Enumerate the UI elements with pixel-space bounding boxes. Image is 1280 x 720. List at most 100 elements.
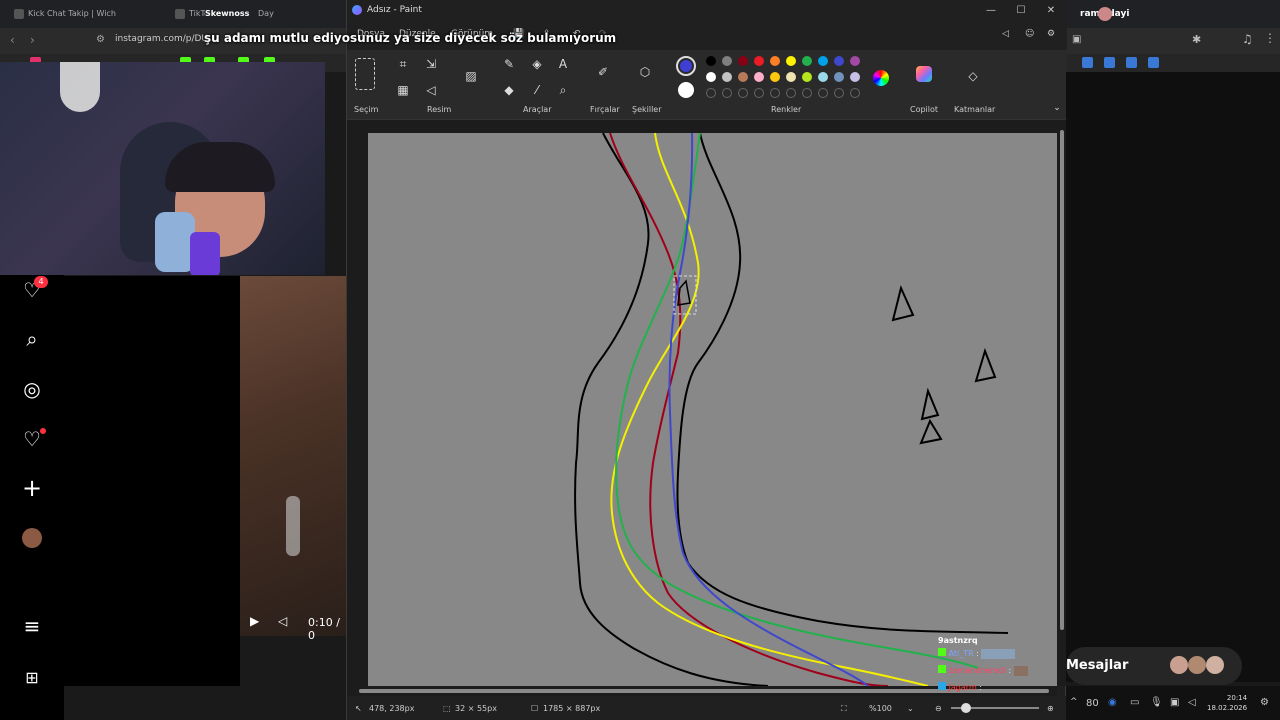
color-picker-icon[interactable]: ⁄ <box>529 82 545 98</box>
color-swatch[interactable] <box>770 56 780 66</box>
settings-gear-icon[interactable]: ⚙ <box>1047 29 1055 39</box>
zoom-out-icon[interactable]: ⊖ <box>935 704 942 713</box>
back-icon[interactable]: ‹ <box>10 33 15 47</box>
zoom-level[interactable]: %100 <box>869 704 892 713</box>
clock[interactable]: 20:14 18.02.2026 <box>1207 693 1247 713</box>
bookmark-steam-icon[interactable] <box>1126 57 1137 68</box>
bookmark-steam-icon[interactable] <box>1104 57 1115 68</box>
music-icon[interactable]: ♫ <box>1242 32 1253 46</box>
create-plus-icon[interactable]: + <box>20 474 44 502</box>
color-swatch[interactable] <box>850 72 860 82</box>
menu-dots-icon[interactable]: ⋮ <box>1264 31 1276 45</box>
fill-bucket-icon[interactable]: ◈ <box>529 56 545 72</box>
empty-color-slot[interactable] <box>786 88 796 98</box>
more-menu-icon[interactable]: ≡ <box>20 614 44 638</box>
site-settings-icon[interactable]: ⚙ <box>96 34 105 45</box>
color-swatch[interactable] <box>802 72 812 82</box>
share-out-icon[interactable]: ◁ <box>1002 29 1009 39</box>
selection-tool-icon[interactable] <box>355 58 375 90</box>
bookmark-steam-icon[interactable] <box>1082 57 1093 68</box>
secondary-color-swatch[interactable] <box>678 82 694 98</box>
shapes-icon[interactable]: ⬡ <box>637 64 653 80</box>
usb-icon[interactable]: ▭ <box>1130 697 1139 708</box>
empty-color-slot[interactable] <box>802 88 812 98</box>
explore-compass-icon[interactable]: ◎ <box>20 377 44 401</box>
microphone-icon[interactable]: 🎙 <box>1150 697 1163 708</box>
color-swatch[interactable] <box>722 72 732 82</box>
chevron-up-icon[interactable]: ^ <box>1070 697 1078 707</box>
steam-tray-icon[interactable]: ◉ <box>1108 697 1117 708</box>
empty-color-slot[interactable] <box>706 88 716 98</box>
maximize-icon[interactable]: ☐ <box>1011 3 1031 19</box>
layers-icon[interactable]: ◇ <box>965 68 981 84</box>
bookmark-steam-icon[interactable] <box>1148 57 1159 68</box>
color-swatch[interactable] <box>850 56 860 66</box>
resize-icon[interactable]: ⇲ <box>423 56 439 72</box>
extension-icon[interactable]: ▣ <box>1072 34 1081 45</box>
zoom-slider-thumb[interactable] <box>961 703 971 713</box>
play-icon[interactable]: ▶ <box>250 614 259 628</box>
close-icon[interactable]: ✕ <box>1041 3 1061 19</box>
profile-avatar[interactable] <box>22 528 42 548</box>
pencil-icon[interactable]: ✎ <box>501 56 517 72</box>
messages-pill[interactable]: Mesajlar <box>1066 647 1242 685</box>
browser-tab-skewnoss[interactable]: Skewnoss <box>205 4 265 24</box>
drawing-canvas[interactable] <box>368 133 1058 686</box>
zoom-slider[interactable] <box>951 703 1039 713</box>
color-swatch[interactable] <box>738 72 748 82</box>
empty-color-slot[interactable] <box>818 88 828 98</box>
empty-color-slot[interactable] <box>770 88 780 98</box>
fit-icon[interactable]: ⛶ <box>841 704 847 714</box>
browser-tab-day[interactable]: Day <box>258 4 288 24</box>
apps-grid-icon[interactable]: ⊞ <box>20 665 44 689</box>
color-swatch[interactable] <box>738 56 748 66</box>
color-swatch[interactable] <box>706 72 716 82</box>
color-swatch[interactable] <box>722 56 732 66</box>
empty-color-slot[interactable] <box>738 88 748 98</box>
network-icon[interactable]: ▣ <box>1170 697 1179 708</box>
color-swatch[interactable] <box>818 56 828 66</box>
color-swatch[interactable] <box>802 56 812 66</box>
select-all-icon[interactable]: ▦ <box>395 82 411 98</box>
browser-tab-tiktok[interactable]: TikTok <box>175 4 205 24</box>
avatar[interactable] <box>1098 7 1112 21</box>
edit-colors-icon[interactable] <box>873 70 889 86</box>
color-swatch[interactable] <box>706 56 716 66</box>
empty-color-slot[interactable] <box>850 88 860 98</box>
search-icon[interactable]: ⌕ <box>20 327 44 351</box>
color-swatch[interactable] <box>786 72 796 82</box>
vertical-scroll-thumb[interactable] <box>1060 130 1064 630</box>
browser-tab-kick[interactable]: Kick Chat Takip | Wich <box>14 4 164 24</box>
magnifier-icon[interactable]: ⌕ <box>555 82 571 98</box>
text-tool-icon[interactable]: A <box>555 56 571 72</box>
primary-color-swatch[interactable] <box>676 56 696 76</box>
color-swatch[interactable] <box>818 72 828 82</box>
notification-icon[interactable]: ⚙ <box>1260 697 1269 708</box>
zoom-dropdown-icon[interactable]: ⌄ <box>907 704 914 713</box>
volume-icon[interactable]: ◁ <box>1188 697 1196 708</box>
crop-icon[interactable]: ⌗ <box>395 56 411 72</box>
color-swatch[interactable] <box>770 72 780 82</box>
instagram-video[interactable] <box>240 276 346 636</box>
volume-icon[interactable]: ◁ <box>278 614 287 628</box>
user-icon[interactable]: ☺ <box>1025 29 1034 39</box>
empty-color-slot[interactable] <box>722 88 732 98</box>
zoom-in-icon[interactable]: ⊕ <box>1047 704 1054 713</box>
color-swatch[interactable] <box>834 56 844 66</box>
color-swatch[interactable] <box>834 72 844 82</box>
minimize-icon[interactable]: — <box>981 3 1001 19</box>
color-swatch[interactable] <box>754 72 764 82</box>
brush-icon[interactable]: ✐ <box>595 64 611 80</box>
rotate-icon[interactable]: ◁ <box>423 82 439 98</box>
forward-icon[interactable]: › <box>30 33 35 47</box>
empty-color-slot[interactable] <box>834 88 844 98</box>
eraser-icon[interactable]: ◆ <box>501 82 517 98</box>
extensions-puzzle-icon[interactable]: ✱ <box>1192 33 1201 46</box>
copilot-icon[interactable] <box>916 66 932 82</box>
color-swatch[interactable] <box>786 56 796 66</box>
chevron-down-icon[interactable]: ⌄ <box>1049 100 1065 116</box>
color-swatch[interactable] <box>754 56 764 66</box>
image-transform-icon[interactable]: ▨ <box>463 68 479 84</box>
empty-color-slot[interactable] <box>754 88 764 98</box>
url-field[interactable]: instagram.com/p/DU... <box>115 34 217 44</box>
